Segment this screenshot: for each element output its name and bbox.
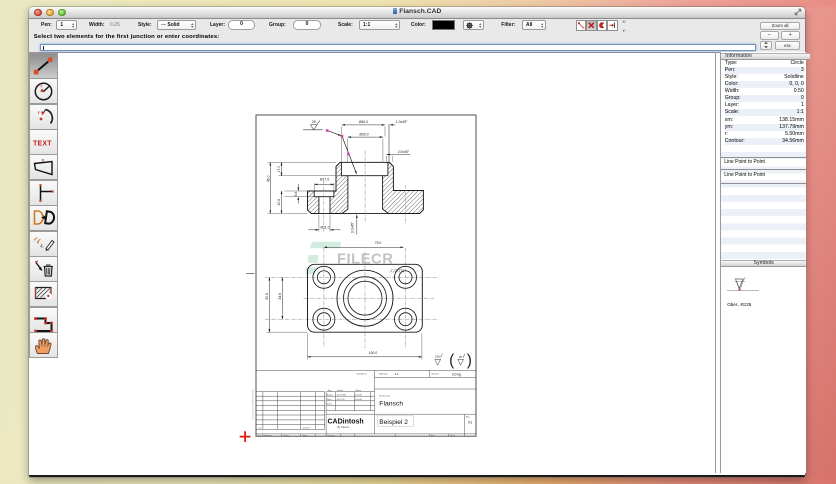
svg-text:01: 01: [468, 421, 472, 425]
svg-text:Datum: Datum: [337, 389, 343, 392]
svg-text:Ers.f.: Ers.f.: [431, 435, 436, 437]
svg-text:4.: 4.: [40, 244, 44, 250]
svg-text:Ø30.0: Ø30.0: [359, 133, 368, 137]
svg-text:TEXT: TEXT: [33, 141, 52, 148]
svg-text:20.6: 20.6: [277, 199, 281, 206]
svg-text:Bearb.: Bearb.: [326, 393, 333, 396]
svg-text:CADintosh: CADintosh: [327, 419, 363, 426]
svg-text:Oberfläche: Oberfläche: [356, 373, 367, 376]
svg-text:Ø40.0: Ø40.0: [358, 120, 367, 124]
svg-text:Ø11.0: Ø11.0: [320, 226, 329, 230]
svg-text:Maßstab: Maßstab: [379, 373, 388, 376]
svg-text:Gepr.: Gepr.: [326, 398, 332, 401]
svg-text:50.6: 50.6: [264, 293, 268, 300]
svg-text:1.0x45°: 1.0x45°: [395, 120, 407, 124]
svg-text:0,0 kg: 0,0 kg: [452, 372, 461, 376]
svg-text:r: r: [41, 84, 43, 89]
svg-text:Name: Name: [302, 435, 307, 437]
svg-text:Benennung: Benennung: [379, 395, 390, 397]
svg-text:Blatt: Blatt: [465, 416, 469, 419]
svg-text:1:1: 1:1: [394, 372, 399, 376]
svg-text:Ers.d.: Ers.d.: [450, 435, 455, 437]
svg-text:Name: Name: [355, 390, 361, 392]
svg-text:3.0x45°: 3.0x45°: [350, 221, 354, 233]
svg-text:100.0: 100.0: [368, 351, 377, 355]
svg-text:Beispiel 2: Beispiel 2: [379, 419, 408, 426]
svg-text:25: 25: [311, 120, 315, 124]
svg-text:15.07.95: 15.07.95: [302, 428, 309, 430]
svg-text:75.0: 75.0: [374, 241, 381, 245]
svg-text:By F.Evers: By F.Evers: [337, 426, 349, 429]
svg-text:Gewicht: Gewicht: [431, 373, 439, 376]
svg-text:100: 100: [435, 355, 440, 359]
svg-text:Datum: Datum: [283, 434, 289, 437]
svg-text:Norm: Norm: [326, 403, 331, 406]
svg-text:(: (: [449, 352, 455, 369]
svg-text:J.Ruoff: J.Ruoff: [355, 399, 362, 401]
svg-text:45.0: 45.0: [266, 175, 270, 182]
svg-text:Flansch: Flansch: [379, 401, 403, 408]
svg-text:): ): [466, 352, 471, 369]
svg-text:2.0x45°: 2.0x45°: [397, 150, 409, 154]
svg-text:r: r: [38, 109, 40, 114]
svg-text:Änderung: Änderung: [264, 434, 272, 437]
svg-text:10.07.95: 10.07.95: [336, 399, 345, 401]
svg-text:25: 25: [458, 355, 462, 359]
svg-text:Schutzvermerk nach DIN 34 beac: Schutzvermerk nach DIN 34 beachten: [251, 389, 254, 419]
svg-text:Zust.: Zust.: [257, 434, 261, 437]
svg-text:17.0: 17.0: [277, 166, 281, 173]
svg-text:J.Ruoff: J.Ruoff: [355, 394, 362, 396]
svg-text:5.6: 5.6: [294, 192, 298, 197]
svg-text:34.6: 34.6: [277, 293, 281, 300]
svg-text:15.2.1996: 15.2.1996: [336, 394, 346, 396]
svg-text:Urspring: Urspring: [327, 435, 334, 437]
svg-text:Ø17.0: Ø17.0: [319, 178, 328, 182]
